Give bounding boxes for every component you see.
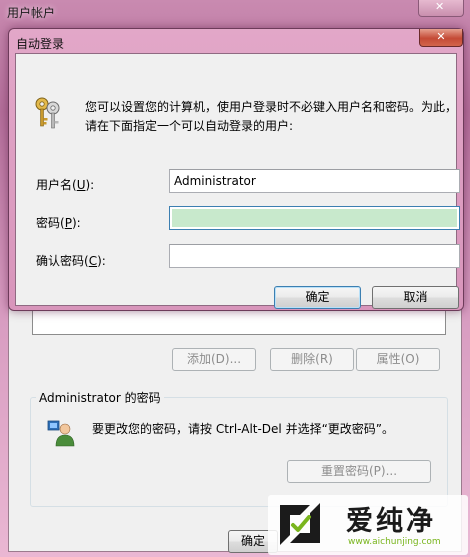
dialog-intro-text: 您可以设置您的计算机，使用户登录时不必键入用户名和密码。为此， 请在下面指定一个… (85, 98, 465, 136)
password-group-caption: Administrator 的密码 (36, 389, 164, 406)
remove-user-button[interactable]: 删除(R) (270, 348, 354, 371)
dialog-close-button[interactable]: ✕ (419, 29, 463, 47)
confirm-password-label: 确认密码(C): (36, 254, 106, 268)
password-field-fill (172, 209, 457, 227)
watermark-url: www.aichunjing.com (348, 537, 441, 547)
auto-logon-dialog: 自动登录 ✕ 您可以设置您的计算机，使用户登录时不必键入用户名和密码。为此， 请… (8, 28, 464, 311)
user-security-icon (47, 420, 75, 447)
site-watermark: 爱纯净 www.aichunjing.com (268, 495, 468, 555)
ok-button[interactable]: 确定 (274, 286, 361, 309)
aichunjing-logo-icon (280, 503, 320, 545)
watermark-name: 爱纯净 (346, 506, 436, 537)
properties-button[interactable]: 属性(O) (356, 348, 440, 371)
add-user-button[interactable]: 添加(D)... (172, 348, 256, 371)
reset-password-button[interactable]: 重置密码(P)... (287, 460, 431, 483)
window-title: 用户帐户 (7, 6, 56, 20)
username-label: 用户名(U): (36, 178, 95, 192)
password-label: 密码(P): (36, 216, 81, 230)
dialog-body: 您可以设置您的计算机，使用户登录时不必键入用户名和密码。为此， 请在下面指定一个… (15, 53, 460, 309)
dialog-title: 自动登录 (16, 37, 65, 51)
keys-icon (35, 97, 60, 129)
intro-line-1: 您可以设置您的计算机，使用户登录时不必键入用户名和密码。为此， (85, 100, 458, 114)
intro-line-2: 请在下面指定一个可以自动登录的用户: (85, 119, 294, 133)
window-close-button[interactable] (418, 0, 464, 17)
password-instructions: 要更改您的密码，请按 Ctrl-Alt-Del 并选择“更改密码”。 (92, 422, 395, 436)
username-field[interactable]: Administrator (169, 169, 460, 193)
close-icon: ✕ (436, 30, 446, 43)
password-field[interactable] (169, 206, 460, 230)
cancel-button[interactable]: 取消 (372, 286, 459, 309)
password-group (30, 397, 448, 507)
confirm-password-field[interactable] (169, 244, 460, 268)
